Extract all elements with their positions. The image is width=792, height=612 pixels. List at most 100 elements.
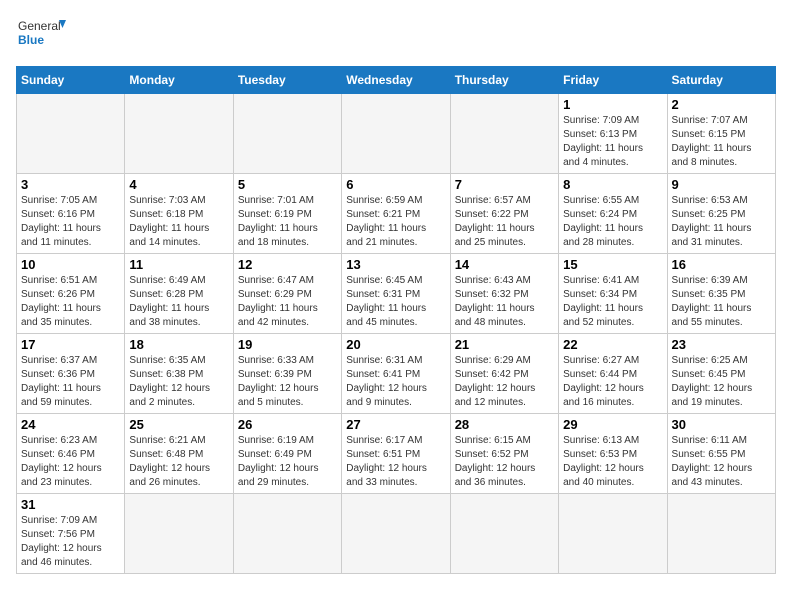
day-info: Sunrise: 6:43 AM Sunset: 6:32 PM Dayligh… <box>455 274 554 330</box>
day-info: Sunrise: 6:37 AM Sunset: 6:36 PM Dayligh… <box>21 354 120 410</box>
calendar-cell-w4-d6: 23 Sunrise: 6:25 AM Sunset: 6:45 PM Dayli… <box>667 334 775 414</box>
day-info: Sunrise: 7:09 AM Sunset: 6:13 PM Dayligh… <box>563 114 662 170</box>
day-info: Sunrise: 6:57 AM Sunset: 6:22 PM Dayligh… <box>455 194 554 250</box>
day-number: 12 <box>238 257 337 272</box>
day-number: 1 <box>563 97 662 112</box>
day-number: 27 <box>346 417 445 432</box>
week-row-4: 17 Sunrise: 6:37 AM Sunset: 6:36 PM Dayli… <box>17 334 776 414</box>
calendar-cell-w3-d0: 10Sunrise: 6:51 AM Sunset: 6:26 PM Dayli… <box>17 254 125 334</box>
calendar-cell-w1-d0 <box>17 94 125 174</box>
calendar-cell-w6-d5 <box>559 494 667 574</box>
day-info: Sunrise: 7:05 AM Sunset: 6:16 PM Dayligh… <box>21 194 120 250</box>
weekday-header-thursday: Thursday <box>450 67 558 94</box>
calendar-cell-w3-d3: 13Sunrise: 6:45 AM Sunset: 6:31 PM Dayli… <box>342 254 450 334</box>
weekday-header-sunday: Sunday <box>17 67 125 94</box>
day-number: 10 <box>21 257 120 272</box>
calendar-cell-w6-d0: 31Sunrise: 7:09 AM Sunset: 7:56 PM Dayli… <box>17 494 125 574</box>
day-number: 18 <box>129 337 228 352</box>
day-number: 3 <box>21 177 120 192</box>
svg-text:General: General <box>18 19 61 33</box>
calendar-table: SundayMondayTuesdayWednesdayThursdayFrid… <box>16 66 776 574</box>
day-number: 24 <box>21 417 120 432</box>
day-info: Sunrise: 6:35 AM Sunset: 6:38 PM Dayligh… <box>129 354 228 410</box>
calendar-cell-w5-d3: 27 Sunrise: 6:17 AM Sunset: 6:51 PM Dayli… <box>342 414 450 494</box>
day-number: 8 <box>563 177 662 192</box>
calendar-cell-w5-d2: 26 Sunrise: 6:19 AM Sunset: 6:49 PM Dayli… <box>233 414 341 494</box>
day-number: 15 <box>563 257 662 272</box>
weekday-header-monday: Monday <box>125 67 233 94</box>
day-info: Sunrise: 6:33 AM Sunset: 6:39 PM Dayligh… <box>238 354 337 410</box>
calendar-cell-w1-d2 <box>233 94 341 174</box>
day-info: Sunrise: 6:13 AM Sunset: 6:53 PM Dayligh… <box>563 434 662 490</box>
calendar-cell-w3-d1: 11Sunrise: 6:49 AM Sunset: 6:28 PM Dayli… <box>125 254 233 334</box>
day-number: 13 <box>346 257 445 272</box>
calendar-cell-w6-d6 <box>667 494 775 574</box>
day-number: 4 <box>129 177 228 192</box>
day-number: 25 <box>129 417 228 432</box>
calendar-cell-w2-d1: 4 Sunrise: 7:03 AM Sunset: 6:18 PM Daylig… <box>125 174 233 254</box>
day-number: 2 <box>672 97 771 112</box>
day-info: Sunrise: 6:59 AM Sunset: 6:21 PM Dayligh… <box>346 194 445 250</box>
day-number: 7 <box>455 177 554 192</box>
calendar-cell-w1-d6: 2Sunrise: 7:07 AM Sunset: 6:15 PM Daylig… <box>667 94 775 174</box>
week-row-3: 10Sunrise: 6:51 AM Sunset: 6:26 PM Dayli… <box>17 254 776 334</box>
week-row-1: 1 Sunrise: 7:09 AM Sunset: 6:13 PM Daylig… <box>17 94 776 174</box>
day-info: Sunrise: 6:53 AM Sunset: 6:25 PM Dayligh… <box>672 194 771 250</box>
day-number: 26 <box>238 417 337 432</box>
day-info: Sunrise: 6:41 AM Sunset: 6:34 PM Dayligh… <box>563 274 662 330</box>
calendar-cell-w2-d0: 3 Sunrise: 7:05 AM Sunset: 6:16 PM Daylig… <box>17 174 125 254</box>
header: General Blue <box>16 16 776 56</box>
calendar-cell-w4-d5: 22 Sunrise: 6:27 AM Sunset: 6:44 PM Dayli… <box>559 334 667 414</box>
day-info: Sunrise: 7:01 AM Sunset: 6:19 PM Dayligh… <box>238 194 337 250</box>
day-info: Sunrise: 6:17 AM Sunset: 6:51 PM Dayligh… <box>346 434 445 490</box>
calendar-cell-w2-d6: 9 Sunrise: 6:53 AM Sunset: 6:25 PM Daylig… <box>667 174 775 254</box>
day-number: 29 <box>563 417 662 432</box>
calendar-cell-w2-d3: 6 Sunrise: 6:59 AM Sunset: 6:21 PM Daylig… <box>342 174 450 254</box>
day-info: Sunrise: 6:25 AM Sunset: 6:45 PM Dayligh… <box>672 354 771 410</box>
weekday-header-wednesday: Wednesday <box>342 67 450 94</box>
calendar-cell-w3-d2: 12 Sunrise: 6:47 AM Sunset: 6:29 PM Dayli… <box>233 254 341 334</box>
calendar-cell-w4-d1: 18 Sunrise: 6:35 AM Sunset: 6:38 PM Dayli… <box>125 334 233 414</box>
day-info: Sunrise: 6:21 AM Sunset: 6:48 PM Dayligh… <box>129 434 228 490</box>
svg-text:Blue: Blue <box>18 33 44 47</box>
calendar-cell-w6-d1 <box>125 494 233 574</box>
weekday-header-row: SundayMondayTuesdayWednesdayThursdayFrid… <box>17 67 776 94</box>
calendar-cell-w1-d5: 1 Sunrise: 7:09 AM Sunset: 6:13 PM Daylig… <box>559 94 667 174</box>
day-number: 17 <box>21 337 120 352</box>
day-number: 23 <box>672 337 771 352</box>
day-number: 21 <box>455 337 554 352</box>
calendar-cell-w4-d2: 19Sunrise: 6:33 AM Sunset: 6:39 PM Dayli… <box>233 334 341 414</box>
calendar-cell-w2-d2: 5 Sunrise: 7:01 AM Sunset: 6:19 PM Daylig… <box>233 174 341 254</box>
calendar-cell-w4-d3: 20 Sunrise: 6:31 AM Sunset: 6:41 PM Dayli… <box>342 334 450 414</box>
calendar-cell-w2-d5: 8Sunrise: 6:55 AM Sunset: 6:24 PM Daylig… <box>559 174 667 254</box>
calendar-cell-w1-d3 <box>342 94 450 174</box>
day-info: Sunrise: 6:31 AM Sunset: 6:41 PM Dayligh… <box>346 354 445 410</box>
day-number: 6 <box>346 177 445 192</box>
week-row-6: 31Sunrise: 7:09 AM Sunset: 7:56 PM Dayli… <box>17 494 776 574</box>
day-info: Sunrise: 6:39 AM Sunset: 6:35 PM Dayligh… <box>672 274 771 330</box>
logo: General Blue <box>16 16 66 56</box>
day-info: Sunrise: 6:29 AM Sunset: 6:42 PM Dayligh… <box>455 354 554 410</box>
day-number: 22 <box>563 337 662 352</box>
logo-svg: General Blue <box>16 16 66 56</box>
day-number: 31 <box>21 497 120 512</box>
day-info: Sunrise: 6:47 AM Sunset: 6:29 PM Dayligh… <box>238 274 337 330</box>
weekday-header-friday: Friday <box>559 67 667 94</box>
calendar-cell-w6-d4 <box>450 494 558 574</box>
day-info: Sunrise: 6:23 AM Sunset: 6:46 PM Dayligh… <box>21 434 120 490</box>
day-number: 5 <box>238 177 337 192</box>
day-info: Sunrise: 6:49 AM Sunset: 6:28 PM Dayligh… <box>129 274 228 330</box>
week-row-5: 24 Sunrise: 6:23 AM Sunset: 6:46 PM Dayli… <box>17 414 776 494</box>
day-info: Sunrise: 7:03 AM Sunset: 6:18 PM Dayligh… <box>129 194 228 250</box>
calendar-cell-w3-d4: 14Sunrise: 6:43 AM Sunset: 6:32 PM Dayli… <box>450 254 558 334</box>
calendar-cell-w5-d5: 29 Sunrise: 6:13 AM Sunset: 6:53 PM Dayli… <box>559 414 667 494</box>
calendar-cell-w6-d2 <box>233 494 341 574</box>
day-info: Sunrise: 6:11 AM Sunset: 6:55 PM Dayligh… <box>672 434 771 490</box>
calendar-cell-w4-d0: 17 Sunrise: 6:37 AM Sunset: 6:36 PM Dayli… <box>17 334 125 414</box>
calendar-cell-w3-d5: 15 Sunrise: 6:41 AM Sunset: 6:34 PM Dayli… <box>559 254 667 334</box>
day-info: Sunrise: 6:19 AM Sunset: 6:49 PM Dayligh… <box>238 434 337 490</box>
day-info: Sunrise: 6:15 AM Sunset: 6:52 PM Dayligh… <box>455 434 554 490</box>
day-info: Sunrise: 6:27 AM Sunset: 6:44 PM Dayligh… <box>563 354 662 410</box>
day-number: 9 <box>672 177 771 192</box>
day-number: 20 <box>346 337 445 352</box>
